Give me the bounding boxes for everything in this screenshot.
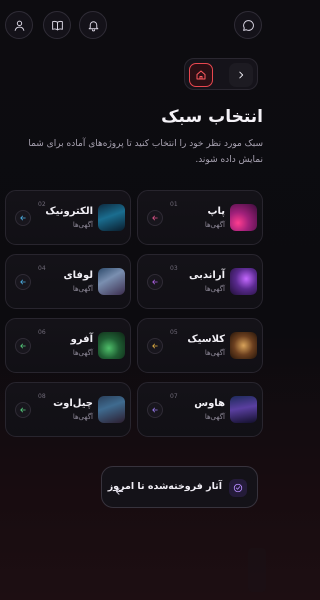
chevron-right-icon: [239, 71, 244, 79]
forward-button[interactable]: [229, 63, 253, 87]
genre-arrow-button[interactable]: [147, 210, 163, 226]
genre-number: 06: [38, 329, 46, 336]
genre-arrow-button[interactable]: [147, 402, 163, 418]
chat-icon: [242, 19, 254, 31]
genre-number: 01: [170, 201, 178, 208]
navigation-pill: [184, 58, 258, 90]
genre-title: آفرو: [70, 334, 93, 345]
home-icon: [196, 70, 206, 80]
genre-card-pop[interactable]: پاپ آگهی‌ها 01: [137, 190, 263, 245]
genre-thumbnail: [98, 332, 125, 359]
genre-subtitle: آگهی‌ها: [204, 221, 225, 229]
genre-thumbnail: [230, 268, 257, 295]
genre-thumbnail: [230, 204, 257, 231]
genre-subtitle: آگهی‌ها: [72, 413, 93, 421]
genre-title: آراندبی: [188, 270, 225, 281]
arrow-left-icon: [114, 482, 125, 495]
genre-arrow-button[interactable]: [15, 402, 31, 418]
genre-thumbnail: [98, 396, 125, 423]
genre-arrow-button[interactable]: [147, 338, 163, 354]
check-circle-icon: [229, 479, 247, 497]
genre-thumbnail: [230, 396, 257, 423]
genre-title: الکترونیک: [45, 206, 93, 217]
genre-title: لوفای: [63, 270, 94, 281]
profile-button[interactable]: [5, 11, 33, 39]
arrow-left-icon: [20, 407, 26, 413]
genre-number: 05: [170, 329, 178, 336]
home-button[interactable]: [189, 63, 213, 87]
genre-card-lofi[interactable]: لوفای آگهی‌ها 04: [5, 254, 131, 309]
genre-arrow-button[interactable]: [15, 274, 31, 290]
book-icon: [51, 20, 63, 30]
genre-card-rnb[interactable]: آراندبی آگهی‌ها 03: [137, 254, 263, 309]
genre-title: هاوس: [194, 398, 225, 409]
genre-subtitle: آگهی‌ها: [204, 285, 225, 293]
genre-subtitle: آگهی‌ها: [72, 285, 93, 293]
genre-title: پاپ: [207, 206, 225, 217]
genre-subtitle: آگهی‌ها: [204, 413, 225, 421]
genre-arrow-button[interactable]: [15, 338, 31, 354]
arrow-left-icon: [20, 215, 26, 221]
genre-subtitle: آگهی‌ها: [72, 221, 93, 229]
genre-thumbnail: [230, 332, 257, 359]
genre-thumbnail: [98, 268, 125, 295]
genre-title: چیل‌اوت: [53, 398, 93, 409]
user-icon: [14, 20, 24, 31]
genre-arrow-button[interactable]: [147, 274, 163, 290]
arrow-left-icon: [152, 279, 158, 285]
arrow-left-icon: [152, 343, 158, 349]
genre-number: 03: [170, 265, 178, 272]
genre-subtitle: آگهی‌ها: [204, 349, 225, 357]
arrow-left-icon: [20, 279, 26, 285]
genre-number: 04: [38, 265, 46, 272]
arrow-left-icon: [20, 343, 26, 349]
bell-icon: [88, 20, 98, 31]
genre-card-afro[interactable]: آفرو آگهی‌ها 06: [5, 318, 131, 373]
library-button[interactable]: [43, 11, 71, 39]
page-description: سبک مورد نظر خود را انتخاب کنید تا پروژه…: [28, 139, 263, 165]
genre-card-classic[interactable]: کلاسیک آگهی‌ها 05: [137, 318, 263, 373]
genre-subtitle: آگهی‌ها: [72, 349, 93, 357]
genre-card-house[interactable]: هاوس آگهی‌ها 07: [137, 382, 263, 437]
page-title: انتخاب سبک: [161, 107, 263, 127]
watermark-logo: [248, 548, 266, 592]
arrow-left-icon: [152, 407, 158, 413]
genre-card-chillout[interactable]: چیل‌اوت آگهی‌ها 08: [5, 382, 131, 437]
sold-works-button[interactable]: آثار فروخته‌شده تا امروز: [101, 466, 258, 508]
genre-number: 02: [38, 201, 46, 208]
genre-number: 08: [38, 393, 46, 400]
arrow-left-icon: [152, 215, 158, 221]
genre-title: کلاسیک: [187, 334, 225, 345]
genre-arrow-button[interactable]: [15, 210, 31, 226]
genre-number: 07: [170, 393, 178, 400]
notifications-button[interactable]: [79, 11, 107, 39]
genre-thumbnail: [98, 204, 125, 231]
genre-card-electronic[interactable]: الکترونیک آگهی‌ها 02: [5, 190, 131, 245]
chat-button[interactable]: [234, 11, 262, 39]
